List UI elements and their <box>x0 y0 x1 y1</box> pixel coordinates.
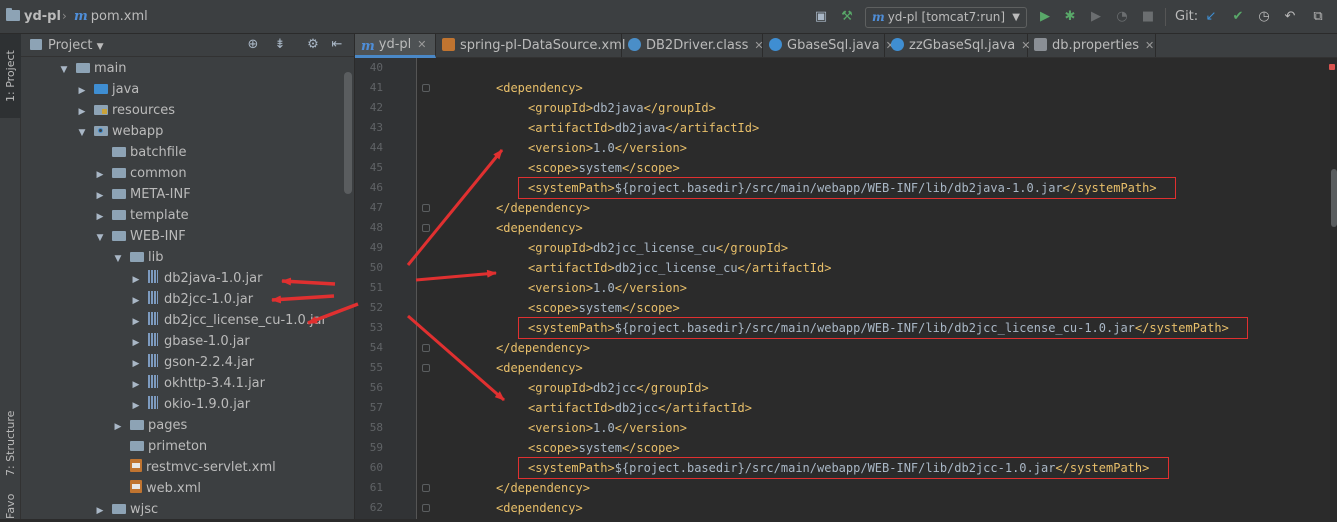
arrow-to-line-50 <box>415 269 497 282</box>
arrow-to-line-46 <box>406 149 504 266</box>
arrow-to-db2jcc-jar <box>271 294 335 304</box>
arrow-to-line-57 <box>407 314 505 402</box>
annotation-arrows <box>271 149 505 402</box>
arrow-to-db2jcc-license-jar <box>307 302 359 325</box>
arrow-to-db2java-jar <box>281 277 336 286</box>
